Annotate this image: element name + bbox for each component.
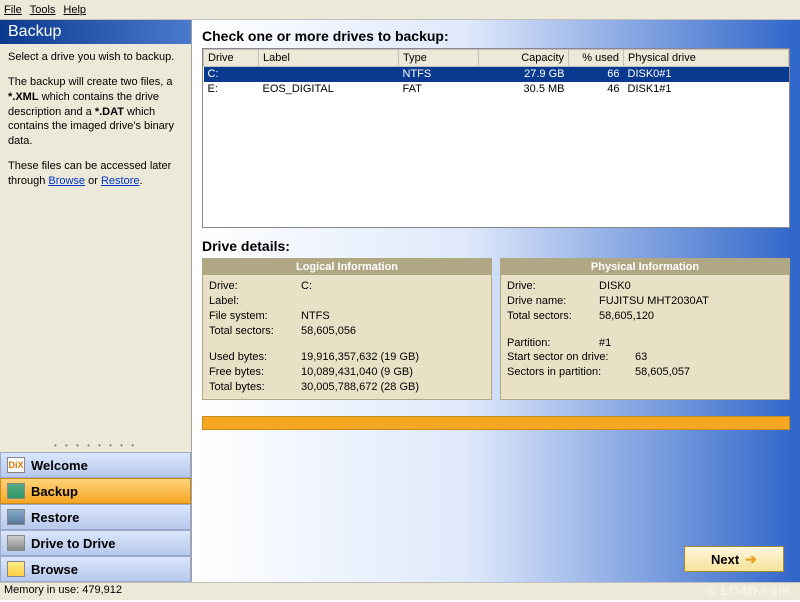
drive-to-drive-icon bbox=[7, 535, 25, 551]
col-used[interactable]: % used bbox=[569, 50, 624, 67]
col-type[interactable]: Type bbox=[399, 50, 479, 67]
dix-icon: DiX bbox=[7, 457, 25, 473]
nav-label: Welcome bbox=[31, 458, 88, 473]
nav-label: Restore bbox=[31, 510, 79, 525]
content-area: Check one or more drives to backup: Driv… bbox=[192, 20, 800, 582]
drive-table[interactable]: Drive Label Type Capacity % used Physica… bbox=[202, 48, 790, 228]
next-label: Next bbox=[711, 552, 739, 567]
link-browse[interactable]: Browse bbox=[48, 175, 85, 187]
col-physical[interactable]: Physical drive bbox=[624, 50, 789, 67]
menu-help[interactable]: Help bbox=[63, 4, 86, 16]
sidebar-description: Select a drive you wish to backup. The b… bbox=[0, 44, 191, 439]
drives-heading: Check one or more drives to backup: bbox=[202, 28, 790, 44]
next-button[interactable]: Next ➔ bbox=[684, 546, 784, 572]
nav-welcome[interactable]: DiX Welcome bbox=[0, 452, 191, 478]
col-drive[interactable]: Drive bbox=[204, 50, 259, 67]
menu-file[interactable]: File bbox=[4, 4, 22, 16]
details-heading: Drive details: bbox=[202, 238, 790, 254]
sidebar: Backup Select a drive you wish to backup… bbox=[0, 20, 192, 582]
menubar: File Tools Help bbox=[0, 0, 800, 20]
col-capacity[interactable]: Capacity bbox=[479, 50, 569, 67]
nav-drive-to-drive[interactable]: Drive to Drive bbox=[0, 530, 191, 556]
table-row[interactable]: E: EOS_DIGITAL FAT 30.5 MB 46 DISK1#1 bbox=[204, 82, 789, 97]
nav-restore[interactable]: Restore bbox=[0, 504, 191, 530]
arrow-right-icon: ➔ bbox=[745, 551, 757, 568]
nav-label: Backup bbox=[31, 484, 78, 499]
menu-tools[interactable]: Tools bbox=[30, 4, 56, 16]
restore-icon bbox=[7, 509, 25, 525]
nav-label: Drive to Drive bbox=[31, 536, 116, 551]
folder-icon bbox=[7, 561, 25, 577]
sidebar-title: Backup bbox=[0, 20, 191, 44]
nav-backup[interactable]: Backup bbox=[0, 478, 191, 504]
link-restore[interactable]: Restore bbox=[101, 175, 140, 187]
backup-icon bbox=[7, 483, 25, 499]
status-bar: Memory in use: 479,912 bbox=[0, 582, 800, 600]
table-header-row: Drive Label Type Capacity % used Physica… bbox=[204, 50, 789, 67]
memory-status: Memory in use: 479,912 bbox=[4, 584, 122, 596]
table-row[interactable]: C: NTFS 27.9 GB 66 DISK0#1 bbox=[204, 67, 789, 82]
nav-browse[interactable]: Browse bbox=[0, 556, 191, 582]
progress-bar bbox=[202, 416, 790, 430]
col-label[interactable]: Label bbox=[259, 50, 399, 67]
logical-info-box: Logical Information Drive:C: Label: File… bbox=[202, 258, 492, 400]
physical-title: Physical Information bbox=[501, 259, 789, 275]
logical-title: Logical Information bbox=[203, 259, 491, 275]
nav-separator: • • • • • • • • bbox=[0, 439, 191, 452]
nav-label: Browse bbox=[31, 562, 78, 577]
physical-info-box: Physical Information Drive:DISK0 Drive n… bbox=[500, 258, 790, 400]
